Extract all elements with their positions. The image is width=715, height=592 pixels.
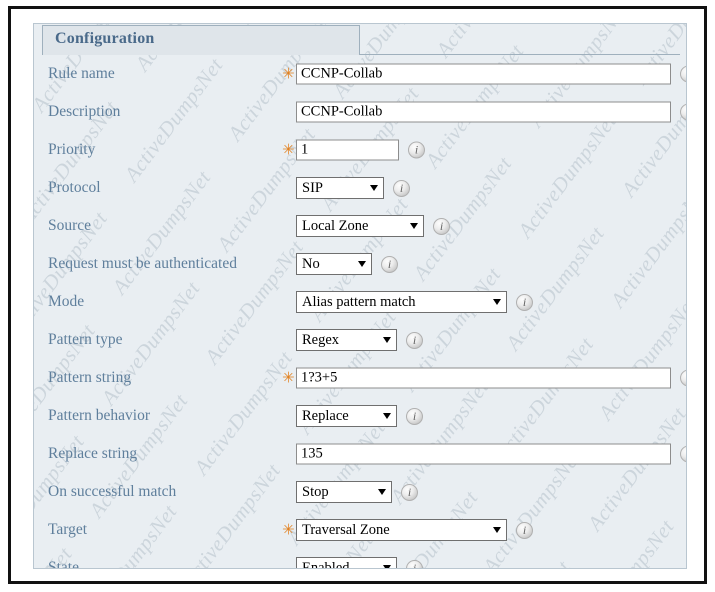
label-replace-string: Replace string	[48, 445, 138, 462]
form-row-target: Target ✳ Traversal Zone i	[34, 511, 686, 549]
chevron-down-icon[interactable]	[383, 413, 391, 419]
input-priority[interactable]	[296, 139, 399, 161]
form-row-replace-string: Replace string i	[34, 435, 686, 473]
control-wrap-request-must-be-authenticated: No i	[296, 253, 398, 275]
form-row-state: State Enabled i	[34, 549, 686, 569]
label-pattern-string: Pattern string	[48, 369, 132, 386]
label-protocol: Protocol	[48, 179, 101, 196]
info-icon[interactable]: i	[406, 331, 423, 349]
chevron-down-icon[interactable]	[493, 299, 501, 305]
form-row-pattern-behavior: Pattern behavior Replace i	[34, 397, 686, 435]
input-rule-name[interactable]	[296, 63, 671, 85]
control-wrap-description: i	[296, 101, 686, 123]
chevron-down-icon[interactable]	[378, 489, 386, 495]
chevron-down-icon[interactable]	[358, 261, 366, 267]
select-pattern-behavior[interactable]: Replace	[296, 405, 397, 427]
control-wrap-pattern-behavior: Replace i	[296, 405, 423, 427]
control-wrap-pattern-string: i	[296, 367, 686, 389]
info-icon[interactable]: i	[516, 293, 533, 311]
control-wrap-protocol: SIP i	[296, 177, 410, 199]
select-target[interactable]: Traversal Zone	[296, 519, 507, 541]
control-wrap-state: Enabled i	[296, 557, 423, 569]
select-value-request-must-be-authenticated: No	[302, 255, 320, 272]
info-icon[interactable]: i	[516, 521, 533, 539]
select-mode[interactable]: Alias pattern match	[296, 291, 507, 313]
form-row-protocol: Protocol SIP i	[34, 169, 686, 207]
label-rule-name: Rule name	[48, 65, 115, 82]
control-wrap-target: Traversal Zone i	[296, 519, 533, 541]
required-marker-icon: ✳	[282, 368, 295, 387]
label-pattern-behavior: Pattern behavior	[48, 407, 151, 424]
select-value-pattern-behavior: Replace	[302, 407, 349, 424]
form-row-priority: Priority ✳ i	[34, 131, 686, 169]
label-source: Source	[48, 217, 92, 234]
select-value-state: Enabled	[302, 559, 350, 569]
required-marker-icon: ✳	[282, 64, 295, 83]
info-icon[interactable]: i	[401, 483, 418, 501]
control-wrap-pattern-type: Regex i	[296, 329, 423, 351]
watermark-text: ActiveDumpsNet	[34, 24, 42, 46]
info-icon[interactable]: i	[680, 369, 686, 387]
select-pattern-type[interactable]: Regex	[296, 329, 397, 351]
info-icon[interactable]: i	[393, 179, 410, 197]
select-state[interactable]: Enabled	[296, 557, 397, 569]
label-pattern-type: Pattern type	[48, 331, 123, 348]
watermark-text: ActiveDumpsNet	[686, 361, 687, 494]
form-row-source: Source Local Zone i	[34, 207, 686, 245]
select-value-target: Traversal Zone	[302, 521, 390, 538]
input-pattern-string[interactable]	[296, 367, 671, 389]
configuration-panel: Configuration Rule name✳iDescriptioniPri…	[33, 23, 687, 569]
form-row-request-must-be-authenticated: Request must be authenticated No i	[34, 245, 686, 283]
control-wrap-rule-name: i	[296, 63, 686, 85]
control-wrap-replace-string: i	[296, 443, 686, 465]
control-wrap-source: Local Zone i	[296, 215, 450, 237]
label-priority: Priority	[48, 141, 96, 158]
label-target: Target	[48, 521, 88, 538]
chevron-down-icon[interactable]	[383, 565, 391, 568]
info-icon[interactable]: i	[381, 255, 398, 273]
window-frame: Configuration Rule name✳iDescriptioniPri…	[8, 6, 707, 584]
required-marker-icon: ✳	[282, 140, 295, 159]
label-mode: Mode	[48, 293, 85, 310]
form-row-mode: Mode Alias pattern match i	[34, 283, 686, 321]
control-wrap-priority: i	[296, 139, 425, 161]
chevron-down-icon[interactable]	[410, 223, 418, 229]
panel-title: Configuration	[55, 30, 155, 47]
chevron-down-icon[interactable]	[370, 185, 378, 191]
label-on-successful-match: On successful match	[48, 483, 177, 500]
configuration-form: Rule name✳iDescriptioniPriority✳iProtoco…	[34, 55, 686, 569]
form-row-on-successful-match: On successful match Stop i	[34, 473, 686, 511]
info-icon[interactable]: i	[680, 103, 686, 121]
chevron-down-icon[interactable]	[493, 527, 501, 533]
required-marker-icon: ✳	[282, 520, 295, 539]
select-request-must-be-authenticated[interactable]: No	[296, 253, 372, 275]
select-protocol[interactable]: SIP	[296, 177, 384, 199]
info-icon[interactable]: i	[406, 559, 423, 568]
chevron-down-icon[interactable]	[383, 337, 391, 343]
select-value-on-successful-match: Stop	[302, 483, 329, 500]
select-source[interactable]: Local Zone	[296, 215, 424, 237]
info-icon[interactable]: i	[680, 65, 686, 83]
label-request-must-be-authenticated: Request must be authenticated	[48, 255, 237, 272]
info-icon[interactable]: i	[406, 407, 423, 425]
select-value-mode: Alias pattern match	[302, 293, 416, 310]
input-replace-string[interactable]	[296, 443, 671, 465]
form-row-pattern-type: Pattern type Regex i	[34, 321, 686, 359]
select-value-pattern-type: Regex	[302, 331, 340, 348]
input-description[interactable]	[296, 101, 671, 123]
form-row-description: Description i	[34, 93, 686, 131]
control-wrap-mode: Alias pattern match i	[296, 291, 533, 313]
select-value-protocol: SIP	[302, 179, 323, 196]
configuration-tab[interactable]: Configuration	[42, 25, 360, 55]
form-row-rule-name: Rule name ✳ i	[34, 55, 686, 93]
control-wrap-on-successful-match: Stop i	[296, 481, 418, 503]
form-row-pattern-string: Pattern string ✳ i	[34, 359, 686, 397]
info-icon[interactable]: i	[680, 445, 686, 463]
select-value-source: Local Zone	[302, 217, 369, 234]
info-icon[interactable]: i	[433, 217, 450, 235]
label-description: Description	[48, 103, 121, 120]
select-on-successful-match[interactable]: Stop	[296, 481, 392, 503]
label-state: State	[48, 559, 79, 569]
info-icon[interactable]: i	[408, 141, 425, 159]
